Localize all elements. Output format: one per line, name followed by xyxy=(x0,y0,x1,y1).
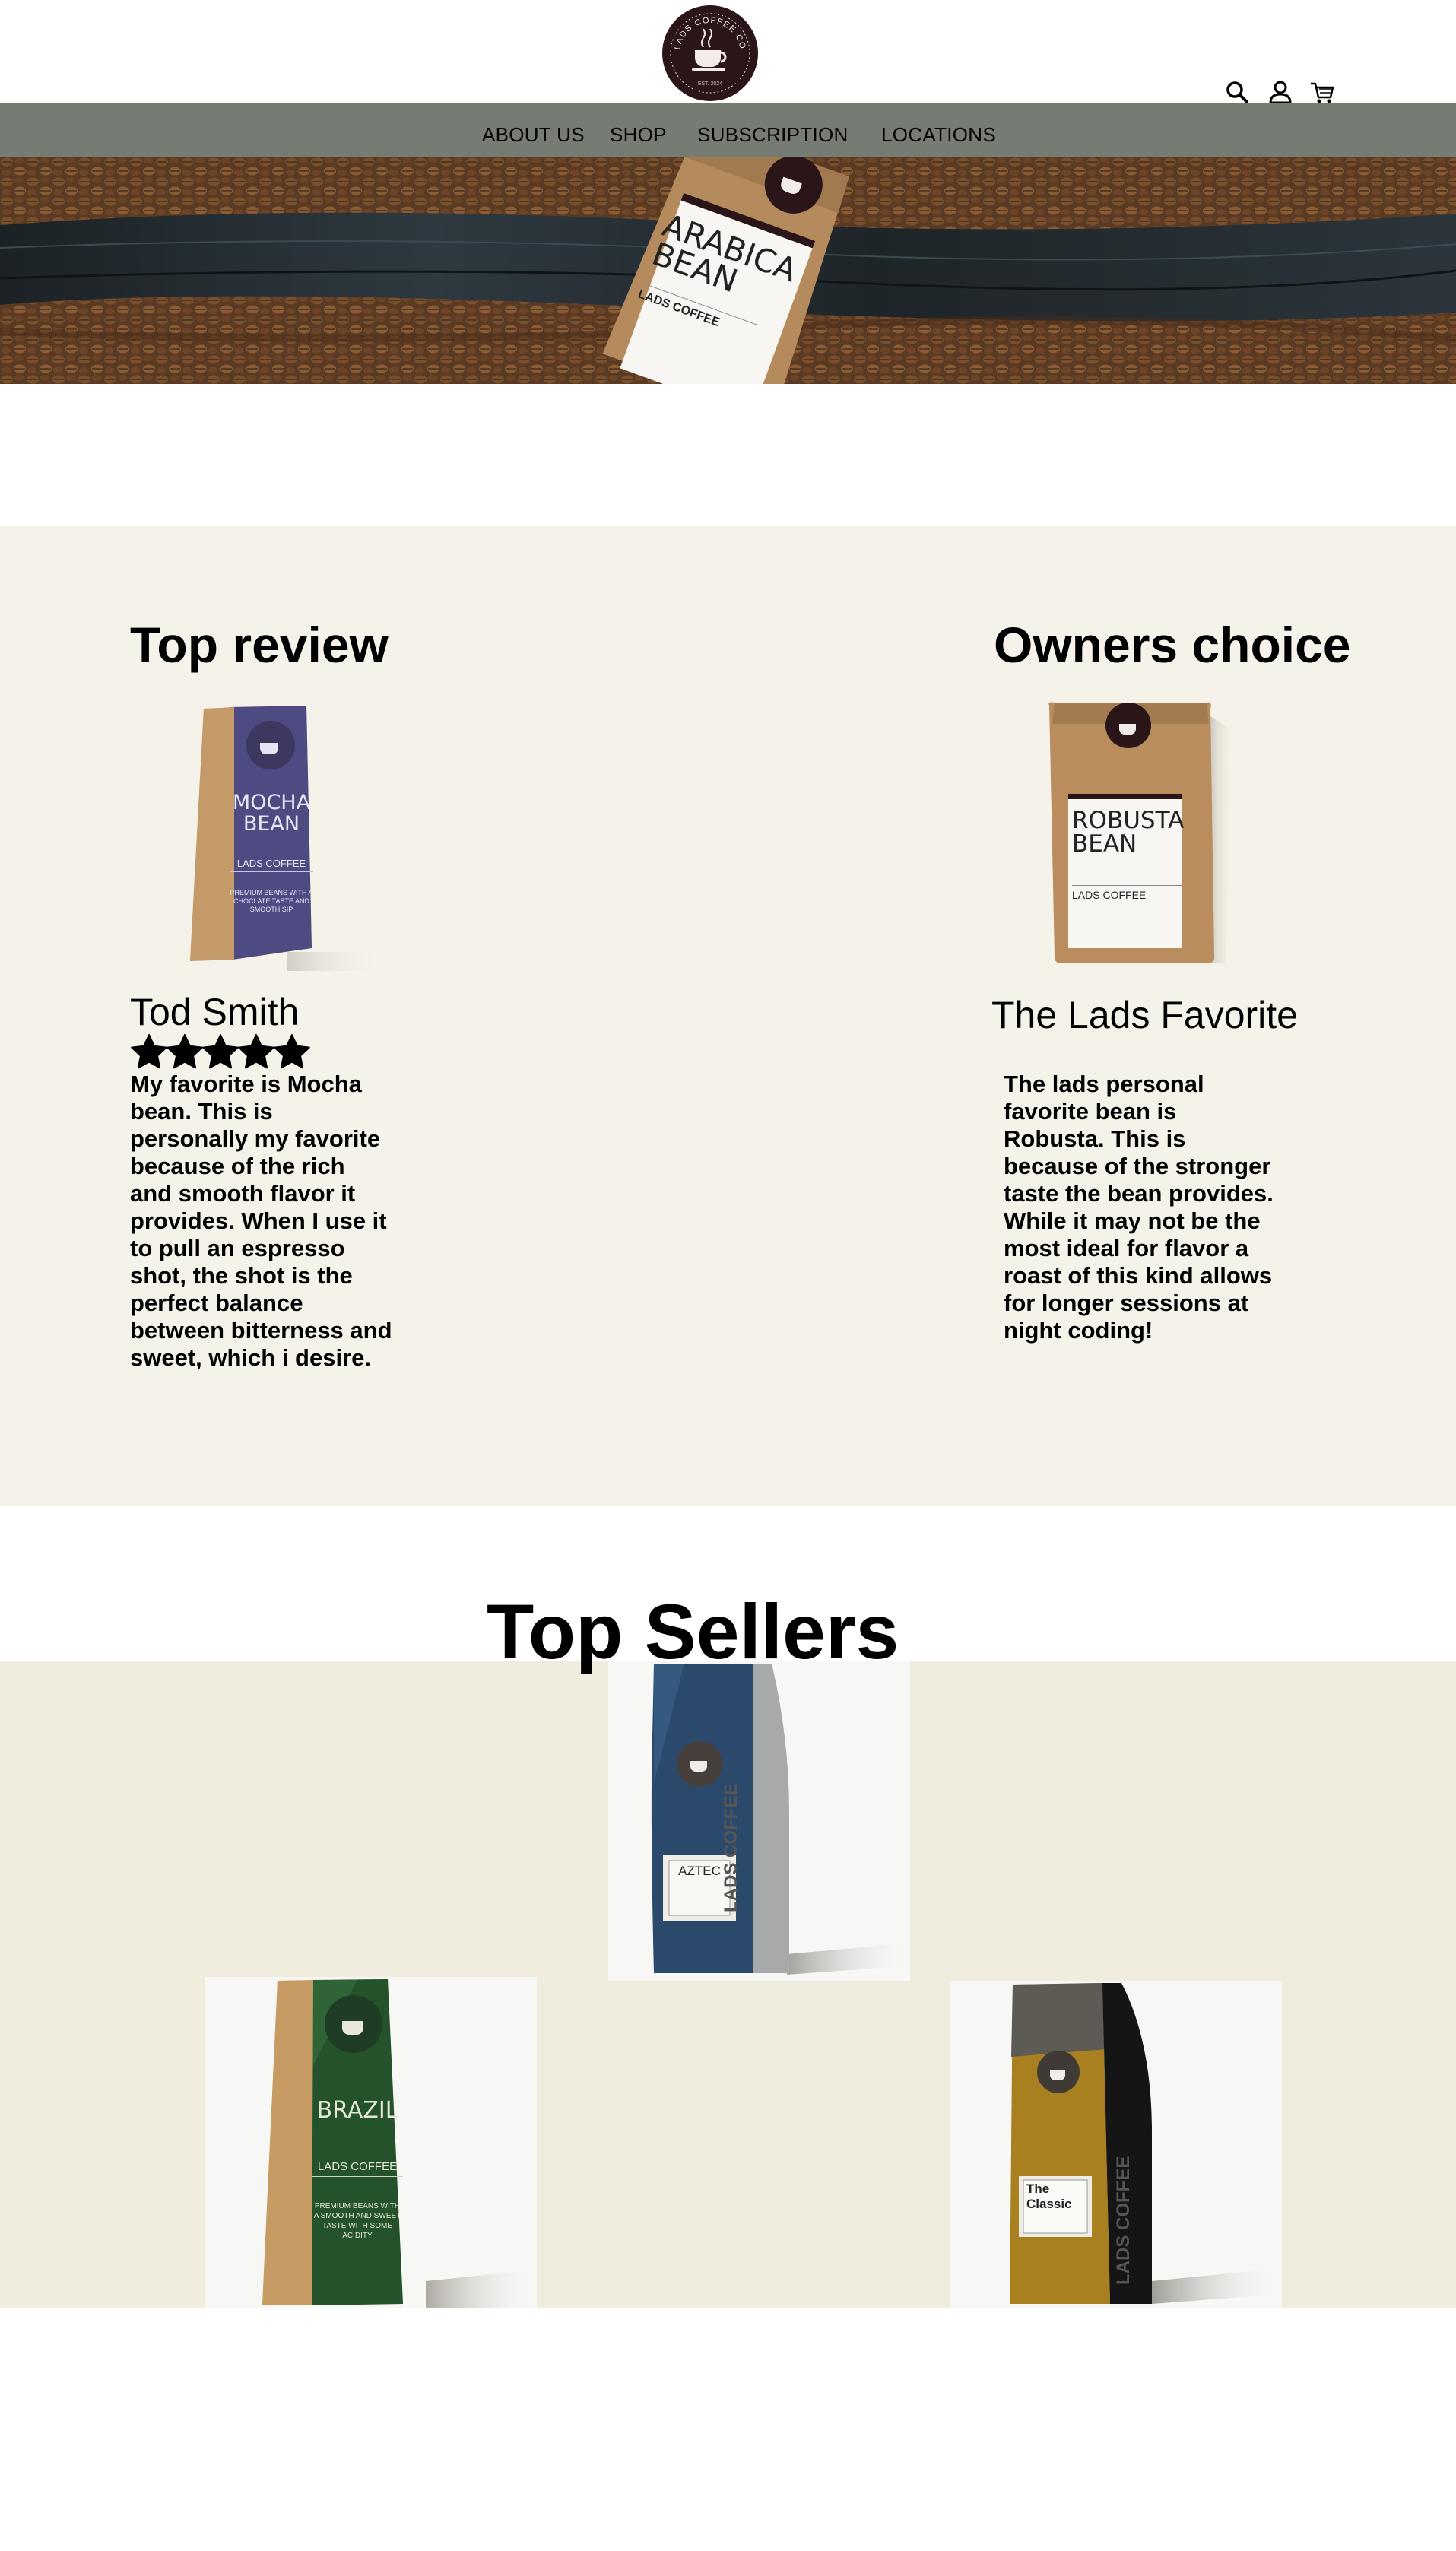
mocha-bag-title-line1: MOCHA xyxy=(232,791,311,814)
brand-logo[interactable]: LADS COFFEE CO EST. 2024 xyxy=(661,5,759,102)
logo-year: EST. 2024 xyxy=(698,81,722,87)
mocha-bag-tagline: PREMIUM BEANS WITH A CHOCLATE TASTE AND … xyxy=(230,889,313,913)
star-icon xyxy=(202,1034,239,1069)
review-text: My favorite is Mocha bean. This is perso… xyxy=(130,1071,392,1371)
robusta-bag-brand: LADS COFFEE xyxy=(1072,885,1182,901)
owners-choice-text: The lads personal favorite bean is Robus… xyxy=(1004,1071,1274,1344)
robusta-bag-title-line1: ROBUSTA xyxy=(1072,807,1185,834)
hero-banner: ARABICA BEAN LADS COFFEE xyxy=(0,157,1456,384)
top-sellers-heading: Top Sellers xyxy=(487,1588,899,1675)
star-icon xyxy=(274,1034,310,1069)
nav-subscription[interactable]: SUBSCRIPTION xyxy=(697,123,849,147)
account-icon[interactable] xyxy=(1266,78,1295,106)
reviews-section: Top review Owners choice MOCHA BEAN LADS… xyxy=(0,526,1456,1506)
mocha-bag-brand: LADS COFFEE xyxy=(230,855,313,872)
brazil-bag-tagline: PREMIUM BEANS WITH A SMOOTH AND SWEET TA… xyxy=(313,2202,401,2240)
owners-choice-heading: Owners choice xyxy=(994,617,1351,673)
robusta-bean-product-image[interactable]: ROBUSTA BEAN LADS COFFEE xyxy=(1036,701,1245,971)
robusta-bag-title-line2: BEAN xyxy=(1072,830,1137,858)
brazil-bag-title: BRAZIL xyxy=(316,2097,398,2124)
mocha-bag-title-line2: BEAN xyxy=(243,812,300,836)
star-icon xyxy=(131,1034,167,1069)
top-review-heading: Top review xyxy=(130,617,389,673)
mocha-bag-title: MOCHA BEAN xyxy=(230,792,313,835)
search-icon[interactable] xyxy=(1223,78,1251,106)
reviewer-name: Tod Smith xyxy=(130,991,300,1033)
owners-choice-title: The Lads Favorite xyxy=(991,994,1298,1036)
aztec-product-image[interactable]: AZTEC LADS COFFEE xyxy=(608,1661,912,1981)
star-icon xyxy=(167,1034,203,1069)
aztec-side-label: LADS COFFEE xyxy=(721,1784,741,1912)
nav-locations[interactable]: LOCATIONS xyxy=(881,123,996,147)
mocha-bean-product-image[interactable]: MOCHA BEAN LADS COFFEE PREMIUM BEANS WIT… xyxy=(173,701,382,971)
robusta-bag-title: ROBUSTA BEAN xyxy=(1072,807,1185,858)
star-rating xyxy=(130,1034,312,1072)
cart-icon[interactable] xyxy=(1308,78,1337,106)
nav-shop[interactable]: SHOP xyxy=(610,123,667,147)
main-nav: ABOUT US SHOP SUBSCRIPTION LOCATIONS xyxy=(0,103,1456,157)
brazil-bag-brand: LADS COFFEE xyxy=(312,2160,403,2177)
top-sellers-section: AZTEC LADS COFFEE BRAZIL LADS COFFEE PRE… xyxy=(0,1661,1456,2308)
classic-side-label: LADS COFFEE xyxy=(1113,2156,1134,2285)
star-icon xyxy=(238,1034,274,1069)
nav-about-us[interactable]: ABOUT US xyxy=(482,123,585,147)
the-classic-product-image[interactable]: The Classic LADS COFFEE xyxy=(950,1981,1282,2308)
classic-bag-label: The Classic xyxy=(1026,2181,1072,2211)
brazil-product-image[interactable]: BRAZIL LADS COFFEE PREMIUM BEANS WITH A … xyxy=(205,1977,537,2308)
